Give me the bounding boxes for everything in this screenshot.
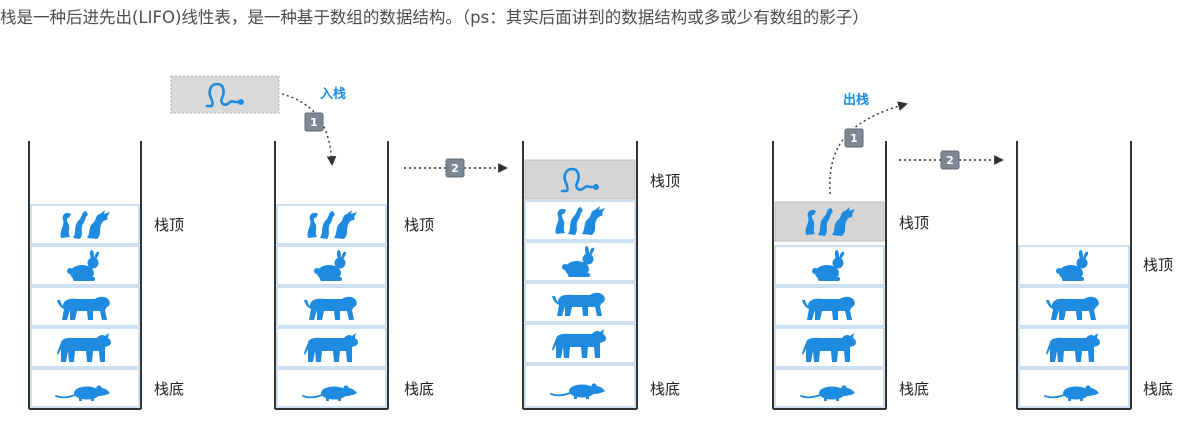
stack-1-item-2 [30,245,140,286]
stack-3-item-5 [524,323,636,364]
stack-diagram: 栈顶 栈底 入栈 1 栈顶 栈底 2 栈顶 栈底 栈顶 栈底 出栈 1 2 栈顶… [28,75,1173,410]
step-1-badge: 1 [304,112,324,132]
stack-5-top-label: 栈顶 [1143,256,1173,274]
svg-text:2: 2 [451,162,459,175]
stack-4-item-5 [774,368,885,408]
stack-3-item-3 [524,241,636,282]
svg-text:2: 2 [946,154,954,167]
stack-1-item-4 [30,327,140,368]
stack-2-item-5 [276,368,387,408]
stack-1-top-label: 栈顶 [154,216,184,234]
stack-2-item-1 [276,204,387,245]
stack-2-top-label: 栈顶 [404,216,434,234]
incoming-item-box [170,75,280,114]
svg-text:1: 1 [310,116,318,129]
stack-2-bottom-label: 栈底 [404,380,434,398]
stack-1-item-3 [30,286,140,327]
stack-5-item-3 [1018,327,1130,368]
stack-4-top-label: 栈顶 [899,214,929,232]
stack-2-item-4 [276,327,387,368]
stack-4-item-4 [774,327,885,368]
pop-step-1-badge: 1 [844,128,864,148]
stack-3-item-1 [524,159,636,200]
pop-operation: 出栈 1 [829,92,908,195]
stack-1-bottom-label: 栈底 [154,380,184,398]
stack-4: 栈顶 栈底 [772,141,929,410]
stack-5-bottom-label: 栈底 [1143,380,1173,398]
stack-5: 栈顶 栈底 [1016,141,1173,410]
stack-5-item-2 [1018,286,1130,327]
stack-2-item-3 [276,286,387,327]
stack-3-bottom-label: 栈底 [650,380,680,398]
stack-5-item-4 [1018,368,1130,408]
stack-1-item-5 [30,368,140,408]
stack-1: 栈顶 栈底 [28,141,184,410]
pop-label: 出栈 [843,92,869,108]
pop-arrow [829,101,908,195]
svg-text:1: 1 [850,132,858,145]
push-operation: 入栈 1 [170,75,346,166]
push-label: 入栈 [320,86,346,102]
push-step-2: 2 [404,158,508,178]
stack-3-item-6 [524,364,636,408]
stack-2: 栈顶 栈底 [274,141,434,410]
stack-3-item-4 [524,282,636,323]
pop-step-2: 2 [899,150,1004,170]
stack-2-item-2 [276,245,387,286]
pop-step-2-badge: 2 [940,150,960,170]
stack-4-bottom-label: 栈底 [899,380,929,398]
stack-3-item-2 [524,200,636,241]
stack-4-item-2 [774,245,885,286]
stack-4-item-3 [774,286,885,327]
stack-1-item-1 [30,204,140,245]
stack-3-top-label: 栈顶 [650,172,680,190]
stack-3: 栈顶 栈底 [522,141,680,410]
stack-5-item-1 [1018,245,1130,286]
stack-4-item-1 [774,201,885,242]
step-2-badge: 2 [445,158,465,178]
